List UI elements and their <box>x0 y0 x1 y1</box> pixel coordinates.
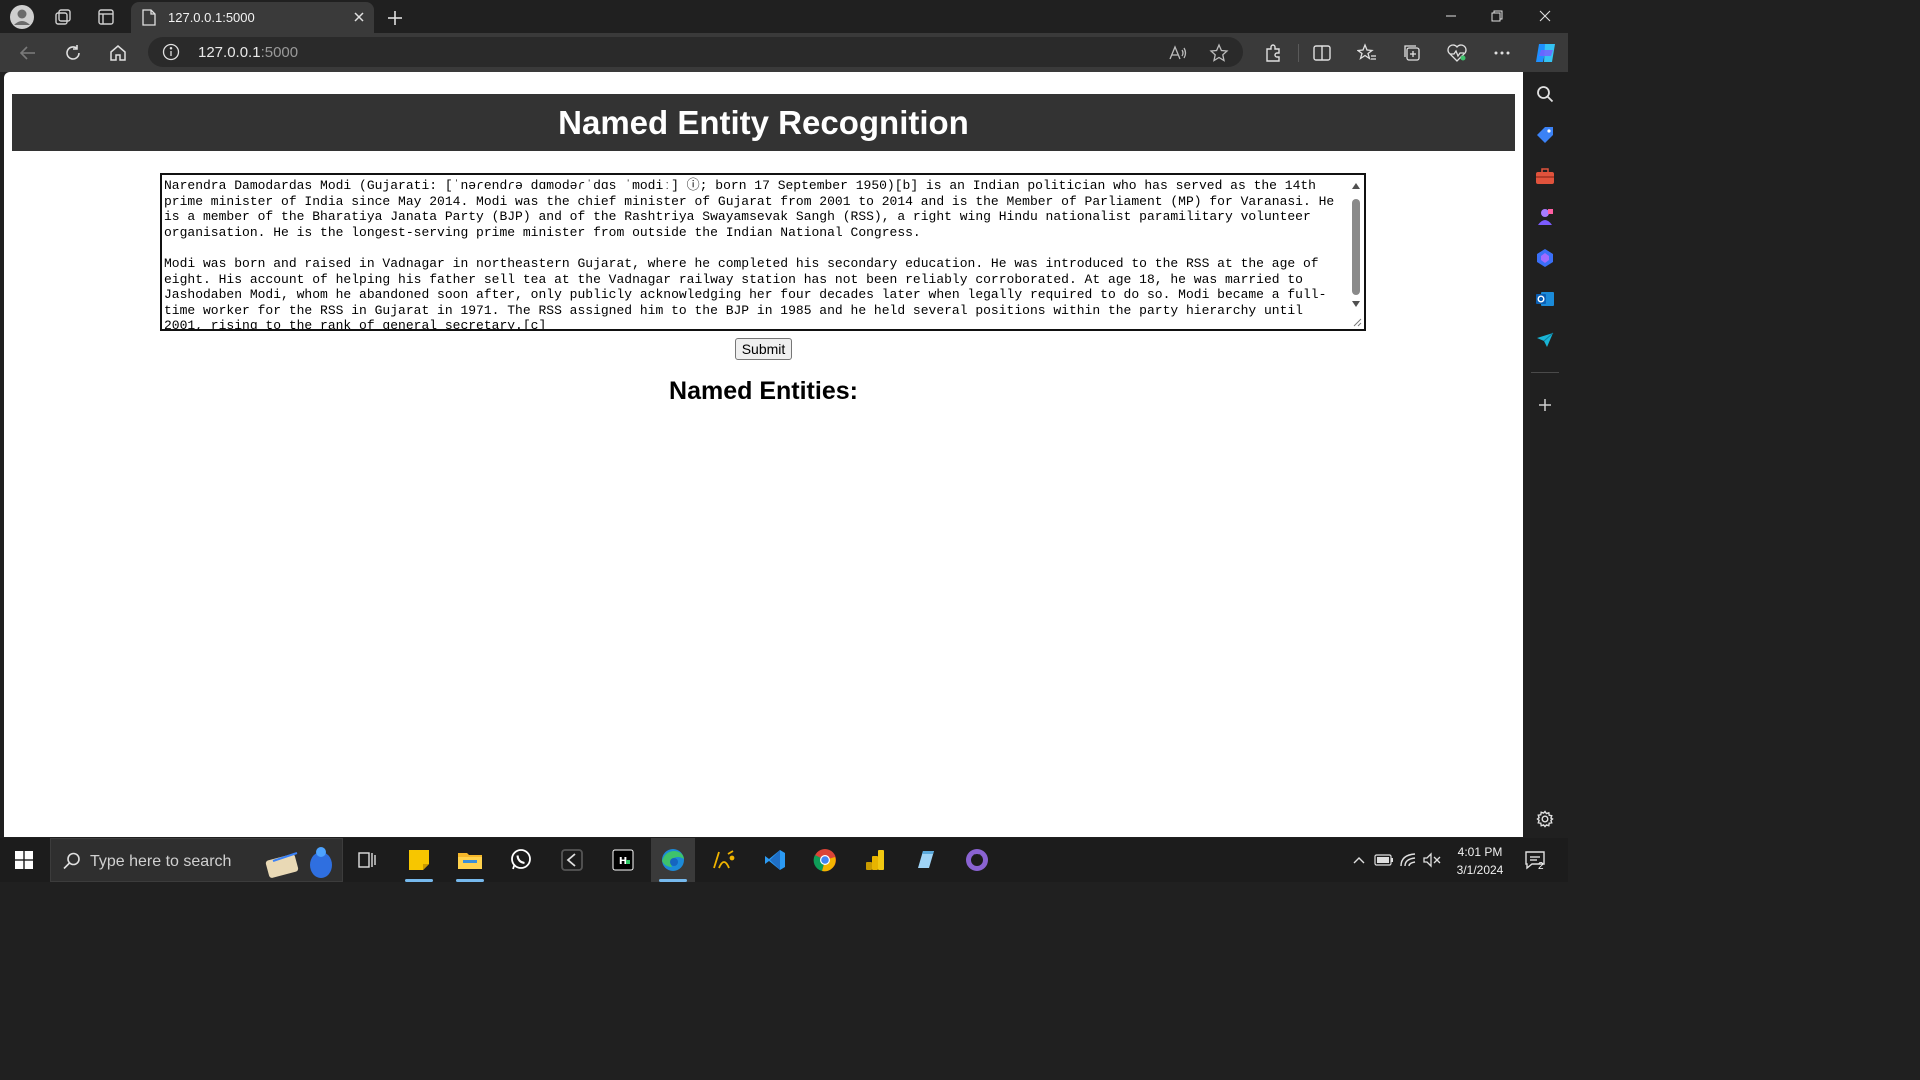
tab-title: 127.0.0.1:5000 <box>168 10 255 25</box>
running-indicator <box>405 879 433 882</box>
taskbar-clock[interactable]: 4:01 PM 3/1/2024 <box>1440 843 1520 879</box>
microsoft-365-icon[interactable] <box>1532 245 1558 271</box>
svg-text:H: H <box>619 856 627 867</box>
whatsapp-icon[interactable] <box>499 838 543 882</box>
minimize-window-icon[interactable] <box>1428 0 1474 32</box>
show-hidden-icons-chevron-icon[interactable] <box>1349 850 1369 870</box>
browser-tab-strip: 127.0.0.1:5000 <box>0 0 1568 33</box>
collections-icon[interactable] <box>1398 39 1426 67</box>
submit-button[interactable]: Submit <box>735 338 792 360</box>
clock-date: 3/1/2024 <box>1456 863 1504 877</box>
battery-icon[interactable] <box>1374 850 1394 870</box>
browser-essentials-heart-icon[interactable] <box>1443 39 1471 67</box>
github-desktop-icon[interactable] <box>955 838 999 882</box>
taskbar-search-box[interactable]: Type here to search <box>50 838 343 882</box>
add-sidebar-app-plus-icon[interactable] <box>1532 392 1558 418</box>
running-indicator <box>659 879 687 882</box>
textarea-resize-handle-icon[interactable] <box>1352 317 1362 327</box>
power-bi-icon[interactable] <box>854 838 898 882</box>
back-arrow-icon[interactable] <box>14 39 42 67</box>
sticky-notes-icon[interactable] <box>397 838 441 882</box>
toolbar-divider <box>1298 44 1299 62</box>
shopping-tag-icon[interactable] <box>1532 122 1558 148</box>
page-header: Named Entity Recognition <box>12 94 1515 151</box>
profile-avatar-icon[interactable] <box>8 3 36 31</box>
notification-center-icon[interactable]: 2 <box>1524 850 1548 872</box>
file-explorer-icon[interactable] <box>448 838 492 882</box>
windows-start-icon[interactable] <box>0 838 48 882</box>
favorite-star-icon[interactable] <box>1207 41 1231 65</box>
search-magnifier-icon <box>62 851 82 876</box>
favorites-list-icon[interactable] <box>1353 39 1381 67</box>
browser-tab[interactable]: 127.0.0.1:5000 <box>131 2 374 33</box>
scroll-down-arrow-icon[interactable] <box>1351 300 1361 308</box>
refresh-icon[interactable] <box>59 39 87 67</box>
sidebar-divider <box>1531 372 1559 373</box>
settings-more-icon[interactable] <box>1488 39 1516 67</box>
search-highlight-illustration-icon <box>263 843 341 884</box>
entity-text-input[interactable]: Narendra Damodardas Modi (Gujarati: [ˈnə… <box>162 175 1350 329</box>
outlook-icon[interactable] <box>1532 286 1558 312</box>
copilot-icon[interactable] <box>1532 39 1560 67</box>
home-icon[interactable] <box>104 39 132 67</box>
design-app-icon[interactable] <box>702 838 746 882</box>
tab-actions-icon[interactable] <box>92 3 120 31</box>
scrollbar-thumb[interactable] <box>1352 199 1360 295</box>
url-host: 127.0.0.1 <box>198 44 261 61</box>
sidebar-settings-gear-icon[interactable] <box>1532 806 1558 832</box>
split-screen-icon[interactable] <box>1308 39 1336 67</box>
address-bar[interactable]: 127.0.0.1:5000 <box>148 37 1243 67</box>
games-icon[interactable] <box>1532 204 1558 230</box>
workspaces-icon[interactable] <box>49 3 77 31</box>
task-view-icon[interactable] <box>345 838 389 882</box>
clock-time: 4:01 PM <box>1457 845 1503 859</box>
restore-window-icon[interactable] <box>1474 0 1520 32</box>
chrome-icon[interactable] <box>803 838 847 882</box>
page-title: Named Entity Recognition <box>558 103 969 141</box>
tools-briefcase-icon[interactable] <box>1532 163 1558 189</box>
notification-count: 2 <box>1538 861 1544 872</box>
vscode-icon[interactable] <box>753 838 797 882</box>
read-aloud-icon[interactable] <box>1166 41 1190 65</box>
wifi-icon[interactable] <box>1399 850 1419 870</box>
epic-launcher-icon[interactable] <box>550 838 594 882</box>
close-window-icon[interactable] <box>1522 0 1568 32</box>
drop-send-icon[interactable] <box>1532 327 1558 353</box>
hackerrank-icon[interactable]: H <box>601 838 645 882</box>
running-indicator <box>456 879 484 882</box>
browser-toolbar: 127.0.0.1:5000 <box>0 33 1568 72</box>
new-tab-plus-icon[interactable] <box>381 4 409 32</box>
notepad-icon[interactable] <box>904 838 948 882</box>
named-entities-heading: Named Entities: <box>669 377 858 405</box>
close-tab-icon[interactable] <box>352 10 366 29</box>
volume-muted-icon[interactable] <box>1422 850 1442 870</box>
windows-taskbar: Type here to search H 4:01 PM 3/1/2024 2 <box>0 838 1568 882</box>
site-info-icon[interactable] <box>162 43 180 66</box>
extensions-puzzle-icon[interactable] <box>1259 39 1287 67</box>
url-text[interactable]: 127.0.0.1:5000 <box>198 44 298 61</box>
text-input-container: Narendra Damodardas Modi (Gujarati: [ˈnə… <box>160 173 1366 331</box>
textarea-scrollbar[interactable] <box>1348 175 1364 329</box>
scroll-up-arrow-icon[interactable] <box>1351 182 1361 190</box>
edge-browser-icon[interactable] <box>651 838 695 882</box>
url-port: :5000 <box>260 44 299 61</box>
search-icon[interactable] <box>1532 81 1558 107</box>
page-favicon-icon <box>142 9 156 31</box>
search-placeholder: Type here to search <box>90 853 232 870</box>
edge-sidebar <box>1523 72 1568 838</box>
page-viewport: Named Entity Recognition Narendra Damoda… <box>4 72 1523 837</box>
